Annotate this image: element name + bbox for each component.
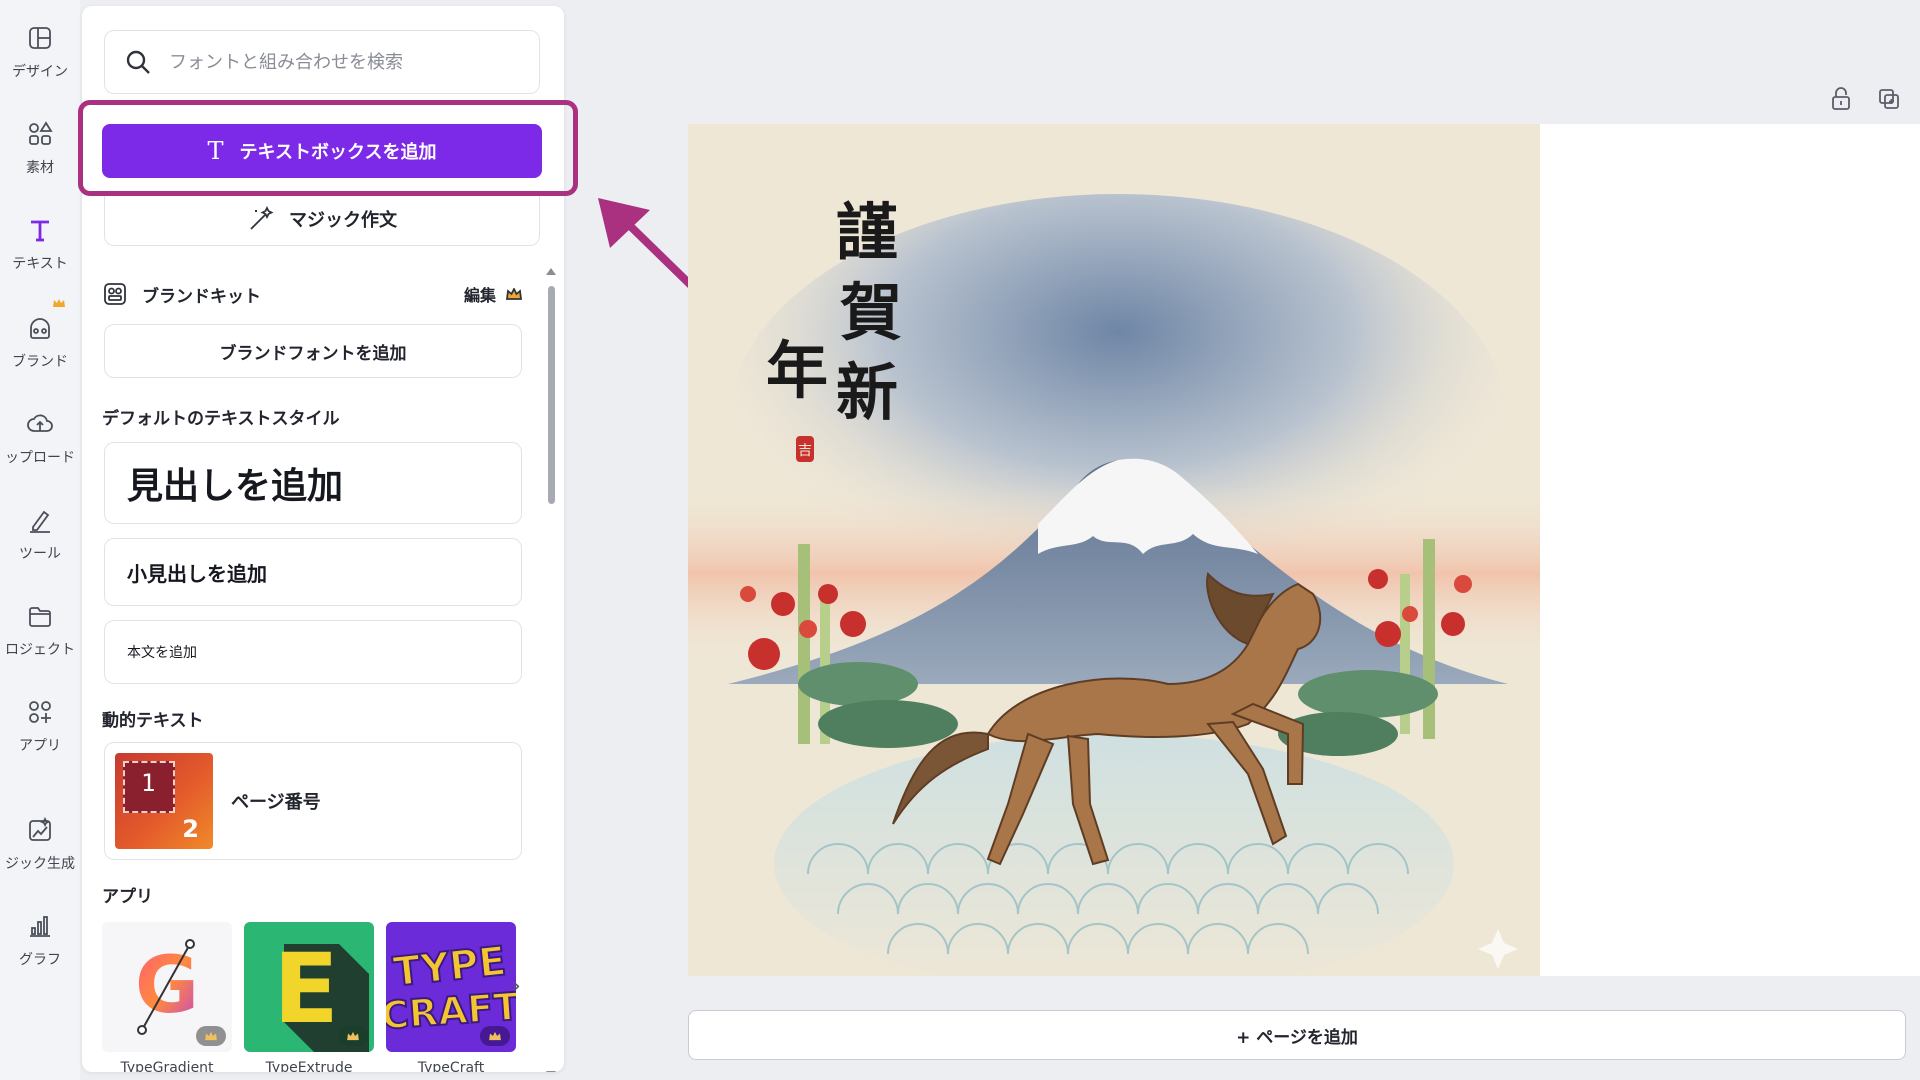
text-icon [31, 220, 49, 242]
add-heading-label: 見出しを追加 [127, 466, 344, 507]
thumb-number-1: 1 [141, 769, 156, 797]
add-page-button[interactable]: + ページを追加 [688, 1010, 1906, 1060]
rail-label: グラフ [19, 952, 61, 968]
magic-write-button[interactable]: マジック作文 [104, 192, 540, 246]
upload-icon [27, 414, 53, 432]
rail-item-text[interactable]: テキスト [0, 216, 80, 300]
add-textbox-label: テキストボックスを追加 [239, 142, 437, 162]
rail-label: ツール [19, 546, 61, 562]
crown-icon [347, 1031, 359, 1041]
rail-label: ブランド [12, 354, 68, 370]
elements-icon [29, 121, 53, 145]
left-rail: デザイン 素材 テキスト ブランド ップロード ツール ロジェクト アプリ ジッ… [0, 0, 80, 1080]
apps-title: アプリ [102, 887, 153, 907]
crown-icon [489, 1031, 501, 1041]
scroll-up-arrow[interactable] [546, 268, 556, 275]
app-tile-typecraft[interactable]: TYPE CRAFT [386, 922, 516, 1052]
rail-item-brand[interactable]: ブランド [0, 314, 80, 398]
rail-label: ップロード [5, 450, 75, 466]
chart-icon [30, 916, 50, 937]
app-tile-typeextrude[interactable]: E [244, 922, 374, 1052]
lock-icon[interactable] [1828, 86, 1854, 112]
brand-kit-header: ブランドキット 編集 [102, 276, 522, 312]
page-number-label: ページ番号 [231, 792, 321, 813]
app-tiles: G TypeGradient E TypeExtrude TYPE CR [102, 922, 532, 1072]
chevron-right-icon[interactable]: › [512, 974, 521, 999]
rail-item-tools[interactable]: ツール [0, 506, 80, 590]
thumb-number-2: 2 [182, 815, 199, 843]
add-textbox-button[interactable]: T テキストボックスを追加 [102, 124, 542, 178]
rail-item-upload[interactable]: ップロード [0, 410, 80, 494]
font-search-box[interactable] [104, 30, 540, 94]
artwork-illustration: 謹 賀 新 年 吉 [688, 124, 1540, 976]
duplicate-icon[interactable] [1876, 86, 1902, 112]
scroll-down-arrow[interactable] [546, 1071, 556, 1072]
magic-wand-icon [250, 205, 274, 230]
add-subheading-label: 小見出しを追加 [127, 561, 267, 586]
page-number-thumbnail: 1 2 [115, 753, 213, 849]
app-name: TypeCraft [417, 1060, 485, 1072]
layout-icon [29, 27, 51, 49]
rail-label: ロジェクト [5, 642, 75, 658]
rail-item-projects[interactable]: ロジェクト [0, 602, 80, 686]
magic-write-label: マジック作文 [289, 209, 397, 231]
app-tile-typegradient[interactable]: G [102, 922, 232, 1052]
brand-kit-title: ブランドキット [142, 286, 261, 307]
magic-media-icon [29, 816, 51, 841]
new-year-card-artwork[interactable]: 謹 賀 新 年 吉 [688, 124, 1540, 976]
typeextrude-logo-letter: E [273, 933, 339, 1045]
crown-icon [205, 1031, 217, 1041]
rail-label: ジック生成 [5, 856, 75, 872]
default-styles-title: デフォルトのテキストスタイル [102, 409, 340, 429]
rail-label: アプリ [19, 738, 61, 754]
add-body-text-label: 本文を追加 [127, 645, 197, 661]
add-heading-button[interactable]: 見出しを追加 [104, 442, 522, 524]
artwork-char-1: 謹 [836, 196, 898, 269]
crown-icon [506, 288, 522, 300]
tools-icon [30, 510, 50, 533]
brand-kit-edit-link[interactable]: 編集 [464, 282, 496, 306]
text-panel: T テキストボックスを追加 マジック作文 ブランドキット 編集 ブランドフォント… [82, 6, 564, 1072]
add-page-label: + ページを追加 [1236, 1027, 1358, 1048]
rail-item-apps[interactable]: アプリ [0, 698, 80, 782]
add-brand-font-button[interactable]: ブランドフォントを追加 [104, 324, 522, 378]
rail-item-charts[interactable]: グラフ [0, 912, 80, 996]
panel-scrollbar[interactable] [546, 268, 556, 1072]
text-icon: T [207, 137, 224, 165]
artwork-seal-char: 吉 [798, 443, 812, 459]
brand-icon [30, 318, 50, 339]
rail-label: デザイン [12, 64, 68, 80]
rail-item-design[interactable]: デザイン [0, 24, 80, 108]
apps-icon [29, 701, 51, 723]
page-number-button[interactable]: 1 2 ページ番号 [104, 742, 522, 860]
scrollbar-thumb[interactable] [548, 286, 555, 504]
rail-item-magic-media[interactable]: ジック生成 [0, 816, 80, 900]
add-body-text-button[interactable]: 本文を追加 [104, 620, 522, 684]
font-search-input[interactable] [169, 51, 529, 73]
app-name: TypeGradient [120, 1060, 214, 1072]
artwork-char-3: 新 [836, 356, 898, 429]
crown-icon [53, 299, 65, 307]
folder-icon [29, 607, 51, 627]
rail-label: テキスト [12, 256, 68, 272]
premium-badge [480, 1026, 510, 1046]
dynamic-text-title: 動的テキスト [102, 711, 204, 731]
brand-kit-icon [104, 283, 126, 305]
rail-item-elements[interactable]: 素材 [0, 120, 80, 204]
artwork-char-2: 賀 [840, 276, 902, 349]
rail-label: 素材 [26, 160, 54, 176]
page-toolbar [1828, 86, 1902, 112]
add-subheading-button[interactable]: 小見出しを追加 [104, 538, 522, 606]
app-name: TypeExtrude [265, 1060, 353, 1072]
add-brand-font-label: ブランドフォントを追加 [219, 343, 407, 364]
premium-badge [338, 1026, 368, 1046]
search-icon [126, 50, 150, 74]
premium-badge [196, 1026, 226, 1046]
artwork-char-4: 年 [766, 334, 828, 407]
